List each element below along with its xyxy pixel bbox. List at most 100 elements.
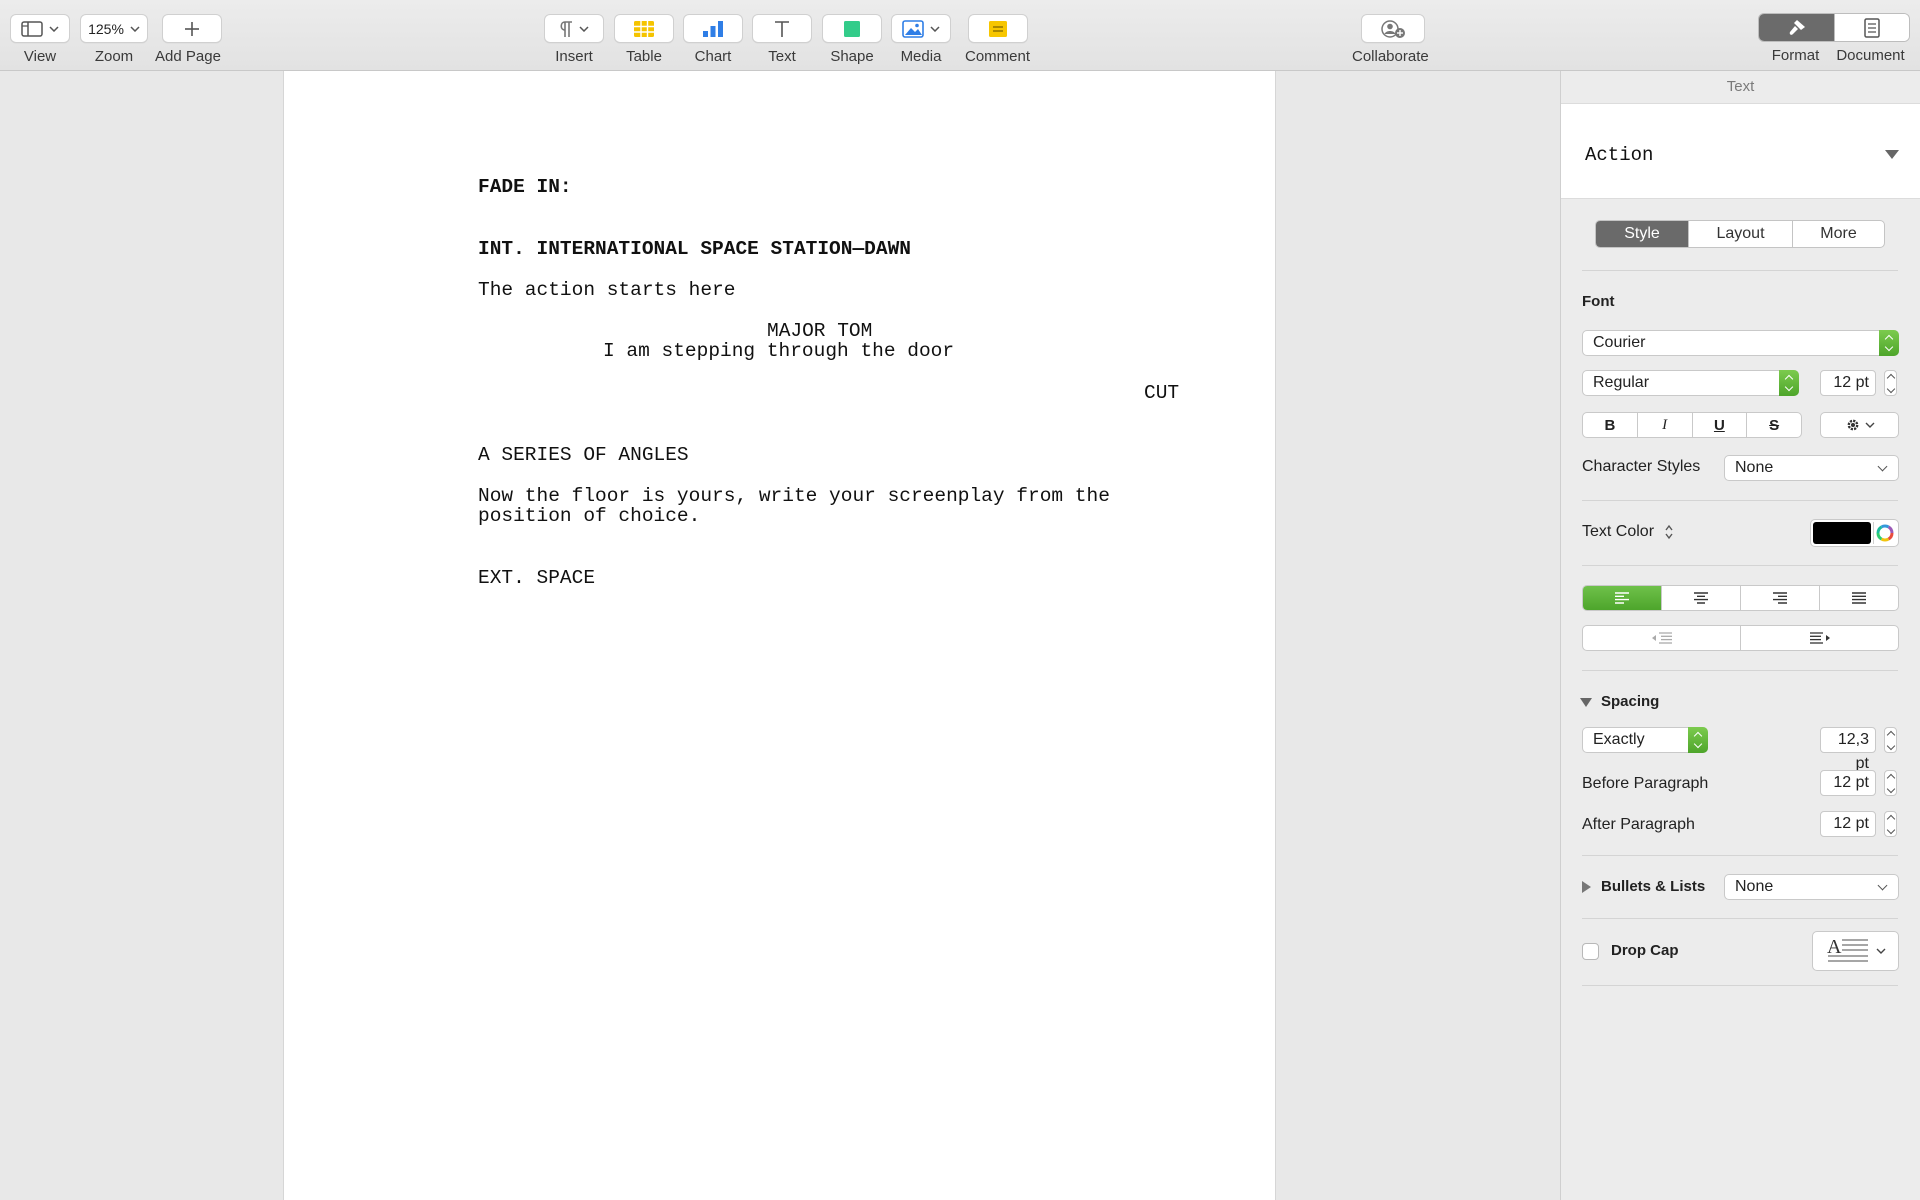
insert-control[interactable]: Insert — [544, 14, 604, 65]
inspector-title: Text — [1726, 78, 1755, 95]
bold-button[interactable]: B — [1583, 413, 1637, 437]
drop-cap-checkbox[interactable] — [1582, 943, 1599, 960]
color-wheel-icon — [1876, 524, 1894, 542]
screenplay-transition-cut[interactable]: CUT — [1144, 383, 1179, 404]
add-page-control[interactable]: Add Page — [155, 14, 222, 65]
screenplay-action-line-2[interactable]: position of choice. — [478, 506, 700, 527]
collaborate-button[interactable] — [1361, 14, 1426, 43]
popup-stepper-icon — [1688, 727, 1708, 753]
font-typeface-value: Regular — [1593, 374, 1650, 391]
increase-indent-icon — [1809, 632, 1830, 644]
bullets-lists-label: Bullets & Lists — [1601, 878, 1706, 895]
font-family-popup[interactable]: Courier — [1582, 330, 1899, 356]
character-styles-label: Character Styles — [1582, 458, 1701, 475]
underline-button[interactable]: U — [1691, 413, 1747, 437]
popup-stepper-icon — [1879, 330, 1899, 356]
inspector-tabs: Style Layout More — [1595, 220, 1885, 248]
spacing-disclosure-icon[interactable] — [1580, 698, 1592, 707]
divider — [1582, 270, 1898, 271]
drop-cap-style-icon: A — [1827, 936, 1868, 962]
disclosure-triangle-icon[interactable] — [1885, 150, 1899, 159]
spacing-mode-popup[interactable]: Exactly — [1582, 727, 1708, 753]
font-size-stepper[interactable] — [1884, 370, 1897, 396]
chevron-down-icon — [1877, 880, 1888, 891]
tab-layout[interactable]: Layout — [1688, 221, 1792, 247]
screenplay-dialogue[interactable]: I am stepping through the door — [603, 341, 954, 362]
comment-button[interactable] — [967, 14, 1028, 43]
screenplay-action-line-1[interactable]: Now the floor is yours, write your scree… — [478, 486, 1110, 507]
strikethrough-button[interactable]: S — [1746, 413, 1801, 437]
text-color-well[interactable] — [1810, 519, 1899, 547]
popup-stepper-icon — [1779, 370, 1799, 396]
table-label: Table — [626, 48, 662, 65]
chevron-down-icon — [930, 25, 940, 32]
table-button[interactable] — [614, 14, 674, 43]
shape-button[interactable] — [822, 14, 882, 43]
bullets-disclosure-icon[interactable] — [1582, 881, 1591, 893]
bullets-lists-value: None — [1735, 878, 1774, 895]
paragraph-style-selector[interactable]: Action — [1561, 103, 1920, 199]
collaborate-label: Collaborate — [1352, 48, 1429, 65]
screenplay-character[interactable]: MAJOR TOM — [767, 321, 872, 342]
view-control[interactable]: View — [10, 14, 70, 65]
align-justify-button[interactable] — [1819, 586, 1898, 610]
italic-button[interactable]: I — [1636, 413, 1692, 437]
shape-label: Shape — [830, 48, 874, 65]
align-left-button[interactable] — [1583, 586, 1661, 610]
document-page[interactable]: FADE IN: INT. INTERNATIONAL SPACE STATIO… — [283, 71, 1276, 1200]
paintbrush-icon — [1789, 19, 1805, 35]
chevron-down-icon — [1865, 422, 1874, 428]
shape-control[interactable]: Shape — [822, 14, 882, 65]
text-box-icon — [775, 20, 789, 37]
align-center-icon — [1694, 592, 1708, 604]
zoom-button[interactable]: 125% — [80, 14, 148, 43]
increase-indent-button[interactable] — [1740, 626, 1898, 650]
chart-control[interactable]: Chart — [683, 14, 743, 65]
before-paragraph-stepper[interactable] — [1884, 770, 1897, 796]
font-size-field[interactable]: 12 pt — [1820, 370, 1876, 396]
font-typeface-popup[interactable]: Regular — [1582, 370, 1799, 396]
font-family-value: Courier — [1593, 334, 1646, 351]
text-options-button[interactable] — [1820, 412, 1899, 438]
after-paragraph-field[interactable]: 12 pt — [1820, 811, 1876, 837]
text-control[interactable]: Text — [752, 14, 812, 65]
text-button[interactable] — [752, 14, 812, 43]
media-control[interactable]: Media — [891, 14, 951, 65]
screenplay-scene-heading-2[interactable]: EXT. SPACE — [478, 568, 595, 589]
insert-button[interactable] — [544, 14, 604, 43]
screenplay-action[interactable]: The action starts here — [478, 280, 735, 301]
chart-label: Chart — [694, 48, 732, 65]
after-paragraph-stepper[interactable] — [1884, 811, 1897, 837]
spacing-section-label: Spacing — [1601, 693, 1660, 710]
media-button[interactable] — [891, 14, 951, 43]
tab-style[interactable]: Style — [1596, 221, 1688, 247]
indent-segmented-control — [1582, 625, 1899, 651]
decrease-indent-button[interactable] — [1583, 626, 1740, 650]
line-spacing-stepper[interactable] — [1884, 727, 1897, 753]
align-center-button[interactable] — [1661, 586, 1740, 610]
text-label: Text — [768, 48, 796, 65]
view-button[interactable] — [10, 14, 70, 43]
drop-cap-style-button[interactable]: A — [1812, 931, 1899, 971]
before-paragraph-field[interactable]: 12 pt — [1820, 770, 1876, 796]
comment-control[interactable]: Comment — [965, 14, 1030, 65]
gear-icon — [1847, 419, 1858, 431]
bullets-lists-popup[interactable]: None — [1724, 874, 1899, 900]
plus-icon — [185, 21, 199, 36]
add-page-button[interactable] — [162, 14, 222, 43]
format-button[interactable] — [1759, 14, 1834, 41]
screenplay-transition-fade-in[interactable]: FADE IN: — [478, 177, 572, 198]
chart-button[interactable] — [683, 14, 743, 43]
collaborate-control[interactable]: Collaborate — [1352, 14, 1429, 65]
zoom-control[interactable]: 125% Zoom — [80, 14, 148, 65]
sidebar-view-icon — [21, 20, 43, 37]
tab-more[interactable]: More — [1792, 221, 1884, 247]
character-styles-popup[interactable]: None — [1724, 455, 1899, 481]
document-button[interactable] — [1834, 14, 1909, 41]
line-spacing-field[interactable]: 12,3 pt — [1820, 727, 1876, 772]
align-right-button[interactable] — [1740, 586, 1819, 610]
screenplay-scene-heading[interactable]: INT. INTERNATIONAL SPACE STATION—DAWN — [478, 239, 911, 260]
stepper-arrows-icon[interactable] — [1664, 523, 1674, 541]
table-control[interactable]: Table — [614, 14, 674, 65]
screenplay-shot[interactable]: A SERIES OF ANGLES — [478, 445, 689, 466]
